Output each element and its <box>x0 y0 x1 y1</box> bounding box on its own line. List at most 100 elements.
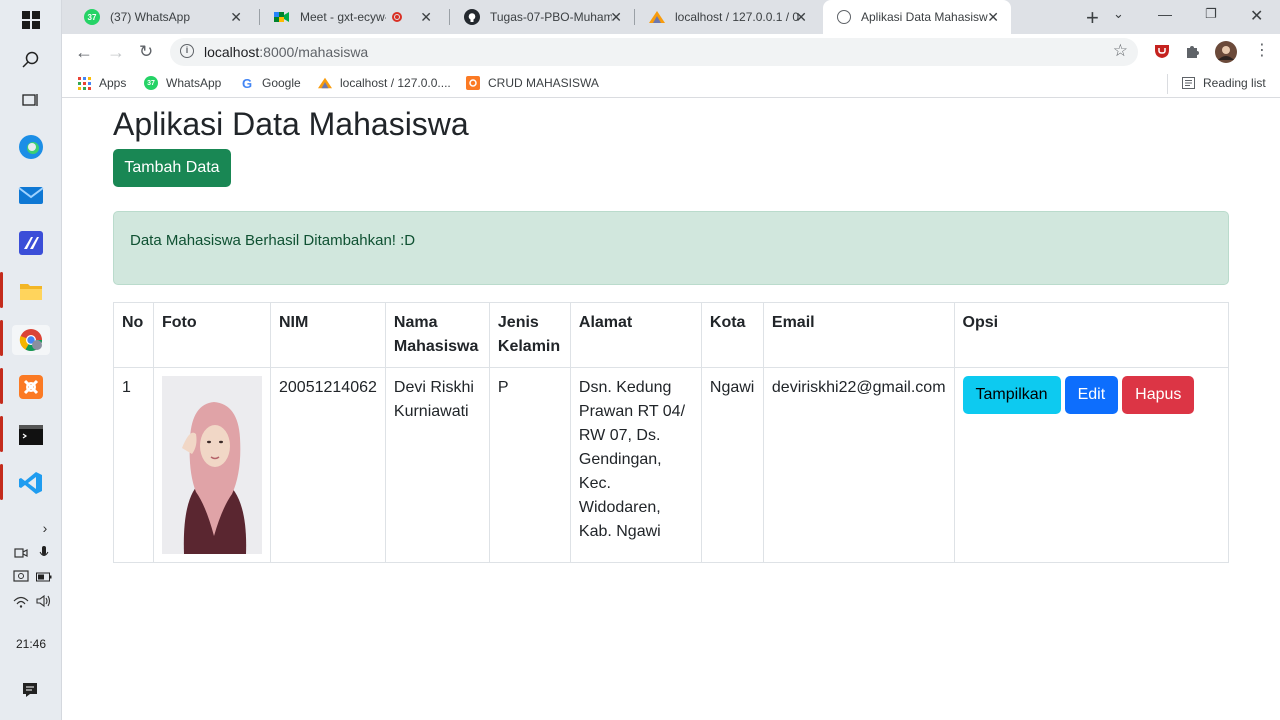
tab-meet[interactable]: Meet - gxt-ecyw-sp ✕ <box>260 0 444 34</box>
new-tab-icon[interactable]: + <box>1086 5 1099 31</box>
globe-icon <box>837 10 851 24</box>
tab-title: (37) WhatsApp <box>110 10 191 24</box>
tambah-data-button[interactable]: Tambah Data <box>113 149 231 187</box>
close-icon[interactable]: ✕ <box>987 9 999 26</box>
profile-avatar[interactable] <box>1215 41 1237 68</box>
search-icon[interactable] <box>17 46 45 74</box>
cell-no: 1 <box>113 367 154 563</box>
chrome-icon[interactable] <box>12 325 50 355</box>
meet-now-icon[interactable] <box>13 545 29 561</box>
column-header: Alamat <box>569 302 702 368</box>
column-header: Email <box>762 302 955 368</box>
phpmyadmin-icon <box>649 9 665 25</box>
whatsapp-icon: 37 <box>84 9 100 25</box>
volume-icon[interactable] <box>36 593 52 609</box>
microphone-icon[interactable] <box>36 545 52 561</box>
github-icon <box>464 9 480 25</box>
cell-jenis-kelamin: P <box>488 367 571 563</box>
column-header: Nama Mahasiswa <box>384 302 490 368</box>
tab-search-icon[interactable]: ⌄ <box>1113 6 1124 22</box>
bookmark-apps[interactable]: Apps <box>77 76 126 90</box>
bookmark-label: localhost / 127.0.0.... <box>340 76 451 90</box>
battery-icon <box>36 569 52 585</box>
windows-taskbar: › 21:46 <box>0 0 62 720</box>
cell-kota: Ngawi <box>700 367 764 563</box>
column-header: No <box>113 302 154 368</box>
close-icon[interactable]: ✕ <box>610 9 622 26</box>
cell-nim: 20051214062 <box>270 367 386 563</box>
wifi-icon[interactable] <box>13 593 29 609</box>
url-text[interactable]: localhost:8000/mahasiswa <box>204 44 368 60</box>
success-alert: Data Mahasiswa Berhasil Ditambahkan! :D <box>113 211 1229 285</box>
column-header: NIM <box>270 302 386 368</box>
extension-shield-icon[interactable] <box>1154 43 1170 64</box>
apps-grid-icon <box>77 76 91 90</box>
page-title: Aplikasi Data Mahasiswa <box>113 106 469 142</box>
tampilkan-button[interactable]: Tampilkan <box>962 376 1061 414</box>
menu-kebab-icon[interactable]: ⋮ <box>1254 40 1270 60</box>
recording-icon <box>392 12 402 22</box>
vscode-icon[interactable] <box>17 469 45 497</box>
tab-title: Aplikasi Data Mahasisw <box>861 10 988 24</box>
forward-icon[interactable]: → <box>107 42 125 63</box>
restore-icon[interactable]: ❐ <box>1205 6 1217 22</box>
taskbar-clock[interactable]: 21:46 <box>0 637 62 651</box>
reading-list[interactable]: Reading list <box>1181 76 1266 90</box>
close-icon[interactable]: ✕ <box>230 9 242 26</box>
xampp-icon <box>466 76 480 90</box>
minimize-icon[interactable]: — <box>1158 6 1172 22</box>
display-icon[interactable] <box>13 569 29 585</box>
phpmyadmin-icon <box>318 76 332 90</box>
whatsapp-icon: 37 <box>144 76 158 90</box>
bookmark-crud-mahasiswa[interactable]: CRUD MAHASISWA <box>466 76 599 90</box>
column-header: Jenis Kelamin <box>488 302 571 368</box>
app-icon[interactable] <box>17 229 45 257</box>
address-bar[interactable]: i localhost:8000/mahasiswa ☆ <box>170 38 1138 66</box>
chevron-right-icon[interactable]: › <box>37 520 53 536</box>
bookmark-label: CRUD MAHASISWA <box>488 76 599 90</box>
extensions-puzzle-icon[interactable] <box>1185 43 1201 64</box>
column-header: Kota <box>700 302 764 368</box>
task-view-icon[interactable] <box>17 86 45 114</box>
xampp-icon[interactable] <box>17 373 45 401</box>
windows-start-icon[interactable] <box>17 6 45 34</box>
column-header: Foto <box>153 302 271 368</box>
bookmark-google[interactable]: G Google <box>240 75 301 91</box>
close-icon[interactable]: ✕ <box>795 9 807 26</box>
reading-list-label: Reading list <box>1203 76 1266 90</box>
tab-whatsapp[interactable]: 37 (37) WhatsApp ✕ <box>70 0 254 34</box>
back-icon[interactable]: ← <box>75 42 93 63</box>
close-icon[interactable]: ✕ <box>420 9 432 26</box>
page-content: Aplikasi Data Mahasiswa Tambah Data Data… <box>62 103 1280 720</box>
cell-opsi: Tampilkan Edit Hapus <box>953 367 1230 563</box>
column-header: Opsi <box>953 302 1230 368</box>
notification-center-icon[interactable] <box>22 682 38 698</box>
tab-title: Tugas-07-PBO-Muham <box>490 10 612 24</box>
google-meet-icon <box>274 9 290 25</box>
tab-title: localhost / 127.0.0.1 / 0 <box>675 10 800 24</box>
mail-icon[interactable] <box>17 181 45 209</box>
close-window-icon[interactable]: ✕ <box>1250 6 1263 26</box>
cell-nama: Devi Riskhi Kurniawati <box>384 367 490 563</box>
google-icon: G <box>241 75 253 91</box>
cell-alamat: Dsn. Kedung Prawan RT 04/ RW 07, Ds. Gen… <box>569 367 702 563</box>
tab-phpmyadmin[interactable]: localhost / 127.0.0.1 / 0 ✕ <box>635 0 819 34</box>
reading-list-icon <box>1181 76 1195 90</box>
bookmark-whatsapp[interactable]: 37 WhatsApp <box>144 76 221 90</box>
terminal-icon[interactable] <box>17 421 45 449</box>
tab-github[interactable]: Tugas-07-PBO-Muham ✕ <box>450 0 634 34</box>
cell-foto <box>153 367 271 563</box>
bookmark-star-icon[interactable]: ☆ <box>1113 41 1128 61</box>
edge-browser-icon[interactable] <box>17 133 45 161</box>
mahasiswa-table: No Foto NIM Nama Mahasiswa Jenis Kelamin… <box>113 302 1230 563</box>
tab-title: Meet - gxt-ecyw-sp <box>300 10 386 24</box>
hapus-button[interactable]: Hapus <box>1122 376 1195 414</box>
info-icon[interactable]: i <box>180 44 194 58</box>
tab-aplikasi-mahasiswa[interactable]: Aplikasi Data Mahasisw ✕ <box>823 0 1011 34</box>
reload-icon[interactable]: ↻ <box>139 42 153 62</box>
bookmark-label: Google <box>262 76 301 90</box>
file-explorer-icon[interactable] <box>17 277 45 305</box>
edit-button[interactable]: Edit <box>1064 376 1119 414</box>
table-header-row: No Foto NIM Nama Mahasiswa Jenis Kelamin… <box>113 302 1230 368</box>
bookmark-localhost[interactable]: localhost / 127.0.0.... <box>318 76 451 90</box>
